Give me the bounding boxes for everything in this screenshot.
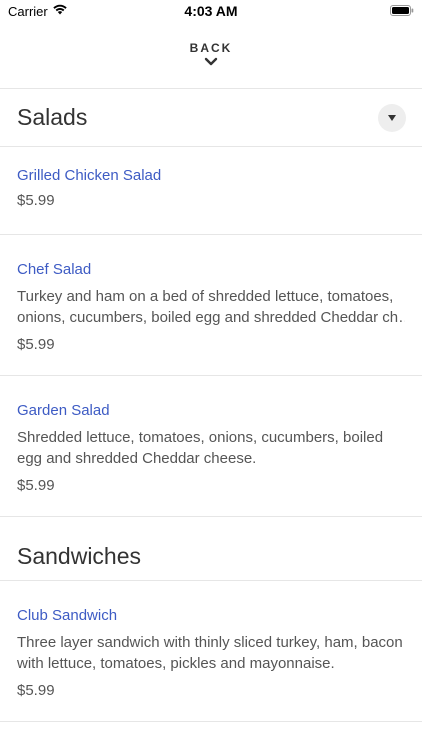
menu-page: Carrier 4:03 AM BACK Salads Grilled Chic… (0, 0, 422, 750)
item-description-line: egg and shredded Cheddar cheese. (17, 450, 257, 467)
status-bar: Carrier 4:03 AM (0, 0, 422, 22)
item-name: Grilled Chicken Salad (17, 167, 162, 184)
section-header-sandwiches: Sandwiches (0, 517, 422, 581)
item-description-line: onions, cucumbers, boiled egg and shredd… (17, 309, 405, 326)
status-time: 4:03 AM (184, 3, 238, 19)
section-header-salads: Salads (0, 89, 422, 147)
item-description-line: Turkey and ham on a bed of shredded lett… (17, 288, 394, 305)
battery-icon (390, 5, 414, 16)
section-title: Sandwiches (17, 543, 142, 569)
menu-item[interactable]: Club Sandwich Three layer sandwich with … (0, 581, 422, 722)
item-price: $5.99 (17, 682, 55, 699)
item-description-line: Shredded lettuce, tomatoes, onions, cucu… (17, 429, 384, 446)
item-name: Chef Salad (17, 261, 92, 278)
back-button[interactable]: BACK (0, 36, 422, 88)
item-price: $5.99 (17, 477, 55, 494)
collapse-section-button[interactable] (378, 104, 406, 132)
menu-item[interactable]: Chef Salad Turkey and ham on a bed of sh… (0, 235, 422, 376)
item-name: Garden Salad (17, 402, 110, 419)
item-price: $5.99 (17, 192, 55, 209)
item-price: $5.99 (17, 336, 55, 353)
item-description-line: with lettuce, tomatoes, pickles and mayo… (17, 655, 335, 672)
item-description: Shredded lettuce, tomatoes, onions, cucu… (17, 427, 405, 469)
item-description-line: Three layer sandwich with thinly sliced … (17, 634, 403, 651)
back-label: BACK (189, 41, 233, 55)
section-title: Salads (17, 104, 88, 130)
caret-down-icon (388, 115, 396, 121)
chevron-down-icon (204, 57, 218, 66)
item-description: Three layer sandwich with thinly sliced … (17, 632, 405, 674)
item-description: Turkey and ham on a bed of shredded lett… (17, 286, 405, 328)
menu-item[interactable]: Garden Salad Shredded lettuce, tomatoes,… (0, 376, 422, 517)
item-name: Club Sandwich (17, 607, 118, 624)
menu-item[interactable]: Grilled Chicken Salad $5.99 (0, 147, 422, 235)
